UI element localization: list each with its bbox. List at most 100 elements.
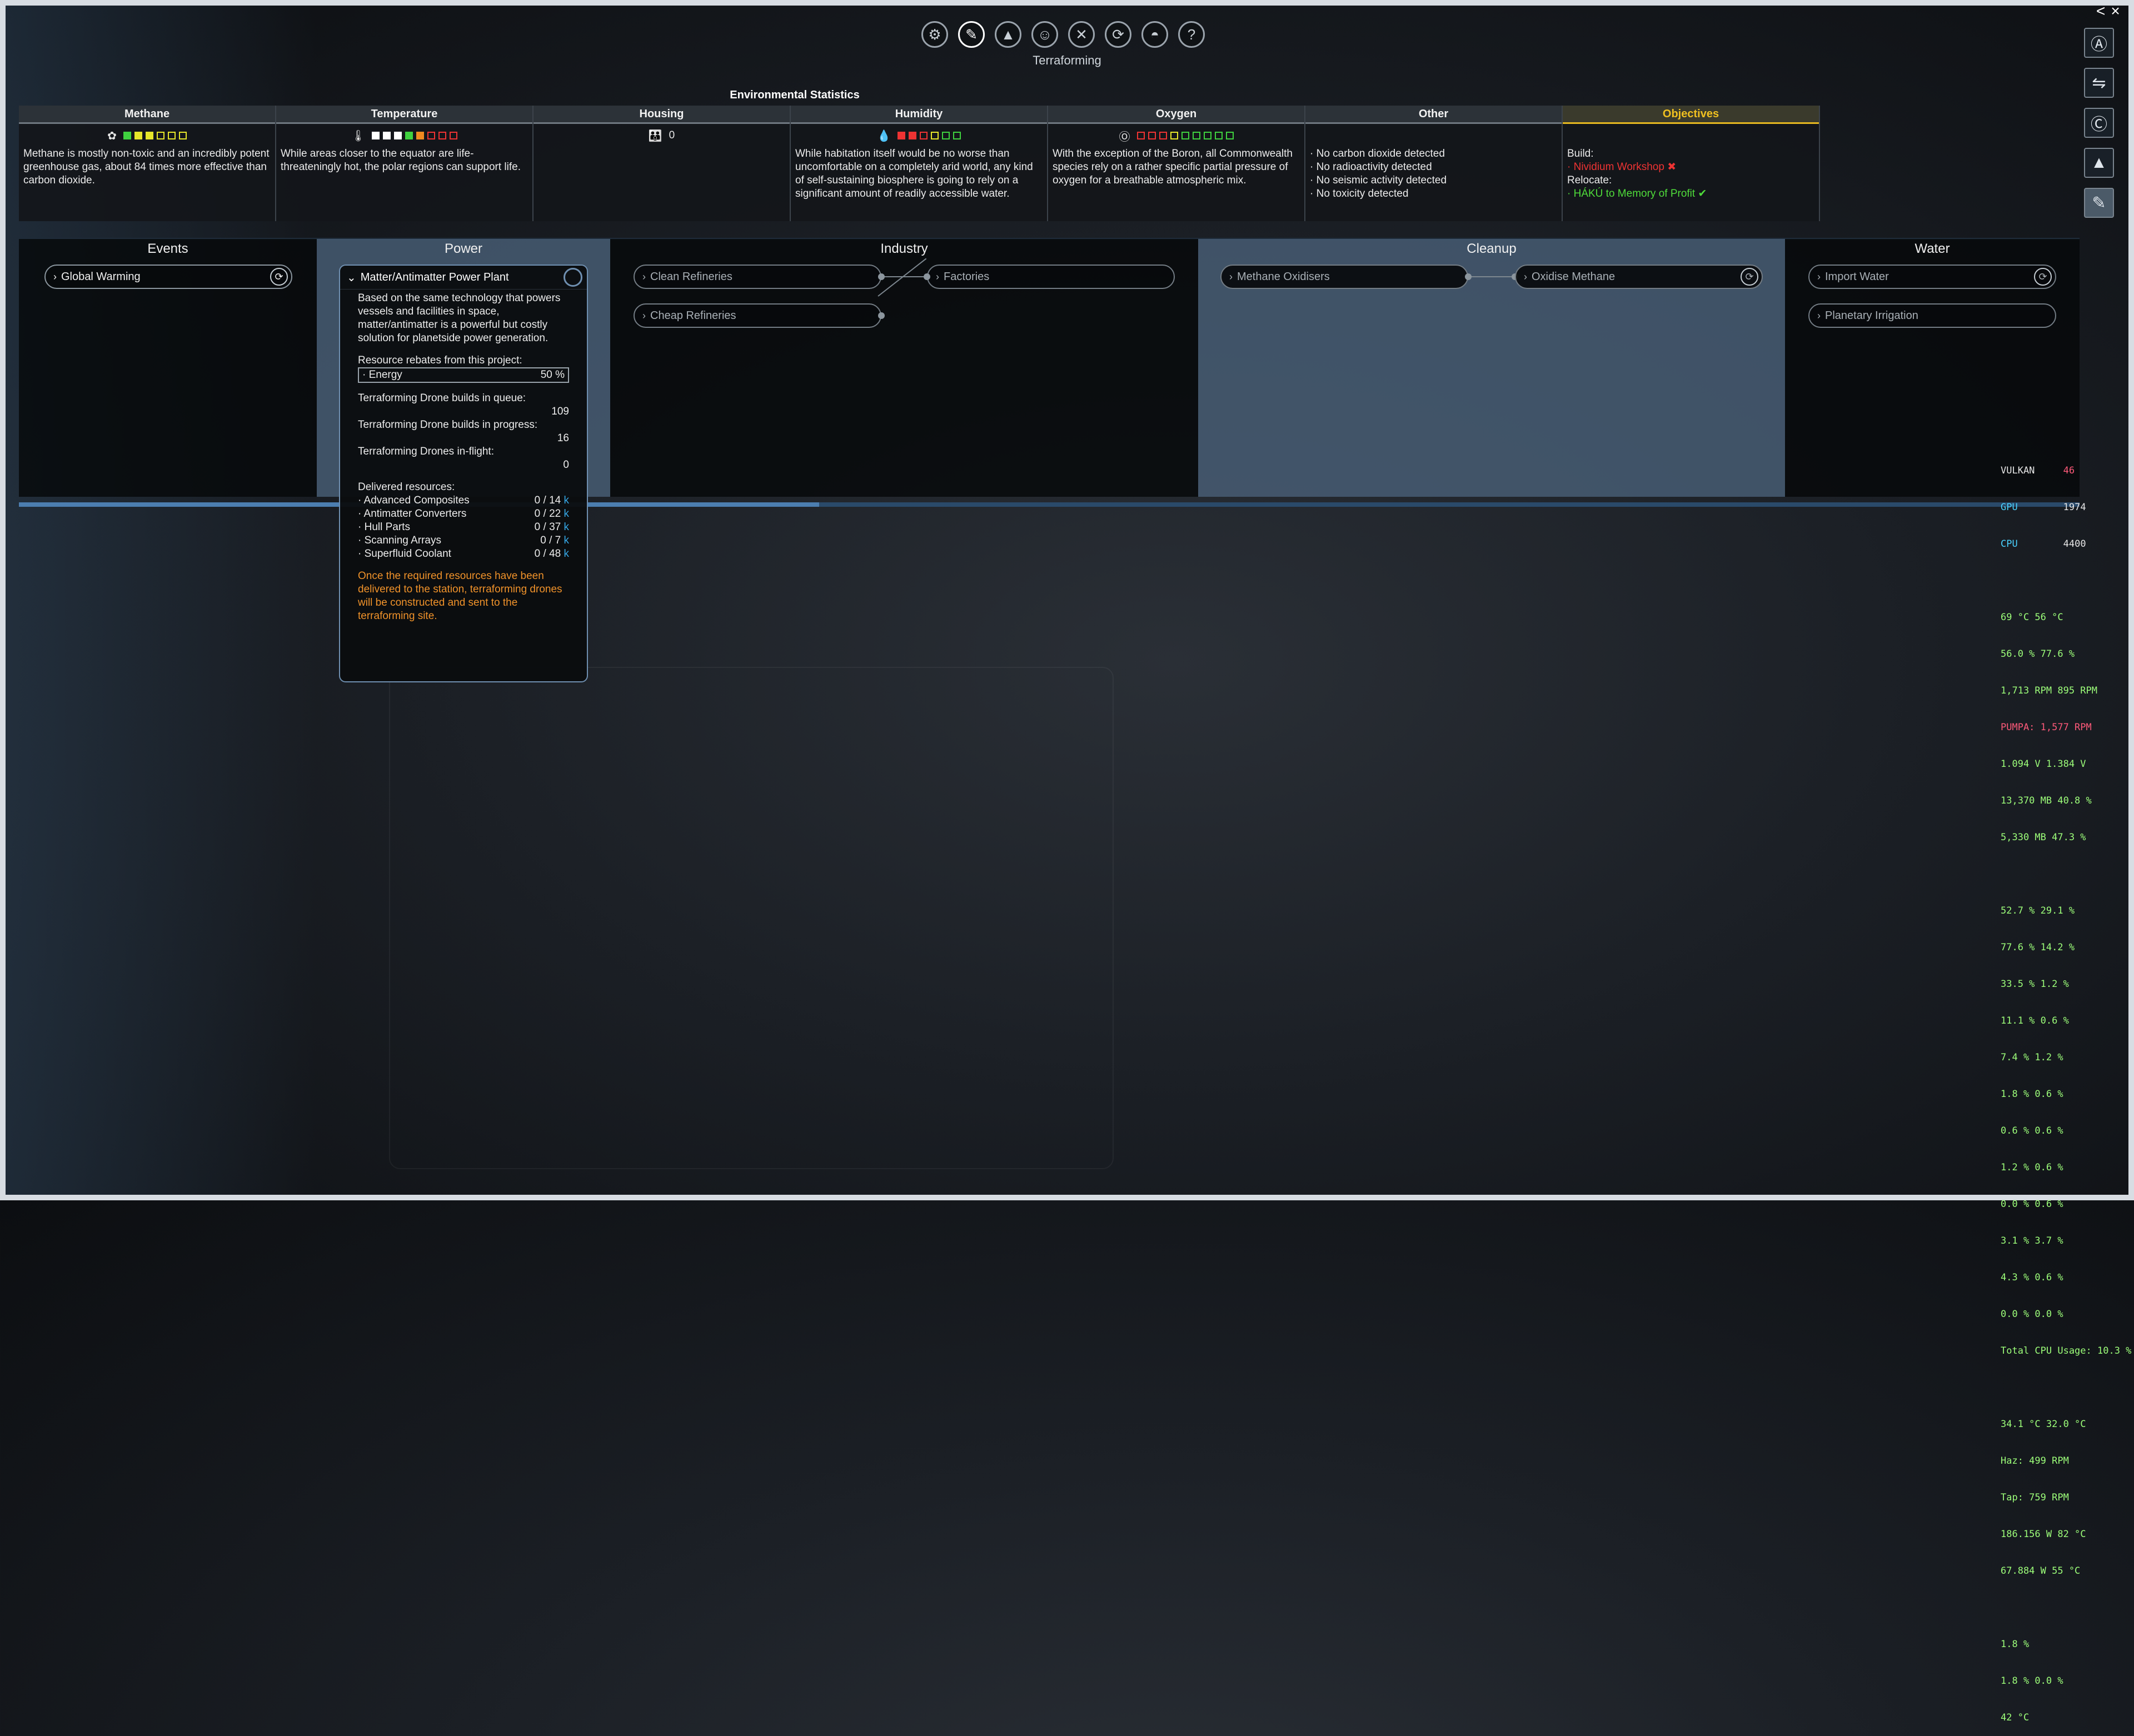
osd-line: 1.8 % 0.0 % <box>2001 1675 2063 1687</box>
project-label: Clean Refineries <box>650 271 732 283</box>
project-matter-antimatter-expanded: ⌄ Matter/Antimatter Power Plant Based on… <box>339 265 588 682</box>
progress-label: Terraforming Drone builds in progress: <box>358 419 538 431</box>
meter-cell <box>1203 132 1211 139</box>
osd-line: 52.7 % 29.1 % <box>2001 905 2075 916</box>
terraforming-icon[interactable]: ✎ <box>2084 188 2114 218</box>
c-icon[interactable]: Ⓒ <box>2084 108 2114 138</box>
env-col-housing: Housing 👪 0 <box>534 106 791 221</box>
progress-ring-icon <box>564 268 582 287</box>
env-col-header: Temperature <box>276 106 532 124</box>
resource-unit: k <box>564 508 570 520</box>
helmet-icon[interactable]: ◓ <box>1141 21 1168 48</box>
resource-row: · Scanning Arrays 0 / 7 k <box>358 534 569 547</box>
project-global-warming[interactable]: › Global Warming ⟳ <box>44 265 292 289</box>
osd-line: 69 °C 56 °C <box>2001 612 2063 623</box>
env-col-temperature: Temperature 🌡 While areas closer to the … <box>276 106 534 221</box>
housing-meter: 👪 0 <box>534 126 790 145</box>
project-clean-refineries[interactable]: › Clean Refineries <box>634 265 881 289</box>
project-label: Global Warming <box>61 271 141 283</box>
env-col-header: Oxygen <box>1048 106 1304 124</box>
osd-value: 4400 <box>2063 538 2086 550</box>
resource-unit: k <box>564 548 570 560</box>
osd-line: 11.1 % 0.6 % <box>2001 1015 2069 1026</box>
project-label: Factories <box>944 271 990 283</box>
cycle-icon[interactable]: ⟳ <box>1105 21 1131 48</box>
osd-label: CPU <box>2001 538 2018 550</box>
queue-value: 109 <box>551 406 569 417</box>
env-col-objectives: Objectives Build: · Nividium Workshop ✖ … <box>1563 106 1820 221</box>
project-methane-oxidisers[interactable]: › Methane Oxidisers <box>1220 265 1468 289</box>
character-icon[interactable]: ☺ <box>1031 21 1058 48</box>
category-title: Industry <box>880 241 928 256</box>
osd-line: 56.0 % 77.6 % <box>2001 648 2075 660</box>
meter-cell <box>930 132 939 139</box>
crossed-tools-icon[interactable]: ✕ <box>1068 21 1095 48</box>
gear-icon[interactable]: ⚙ <box>921 21 948 48</box>
resource-value: 0 / 22 <box>534 508 561 520</box>
chevron-right-icon: › <box>53 271 57 282</box>
osd-line: 33.5 % 1.2 % <box>2001 979 2069 990</box>
resource-unit: k <box>564 521 570 533</box>
terraforming-icon[interactable]: ✎ <box>958 21 985 48</box>
resource-row: · Antimatter Converters 0 / 22 k <box>358 507 569 521</box>
category-title: Power <box>444 241 483 256</box>
meter-cell <box>145 132 153 139</box>
meter-cell <box>450 132 458 139</box>
meter-cell <box>372 132 380 139</box>
osd-line: 186.156 W 82 °C <box>2001 1529 2086 1540</box>
project-label: Methane Oxidisers <box>1237 271 1330 283</box>
objectives-list: Build: · Nividium Workshop ✖ Relocate: ·… <box>1563 145 1819 203</box>
network-icon[interactable]: ⇋ <box>2084 68 2114 98</box>
env-desc: With the exception of the Boron, all Com… <box>1053 148 1293 186</box>
env-col-methane: Methane ✿ Methane is mostly non-toxic an… <box>19 106 276 221</box>
osd-line: 0.0 % 0.0 % <box>2001 1309 2063 1320</box>
methane-meter: ✿ <box>19 126 275 145</box>
objective-text: · Nividium Workshop <box>1567 161 1664 173</box>
osd-value: 1974 <box>2063 502 2086 513</box>
category-title: Cleanup <box>1467 241 1517 256</box>
connector-dot <box>1465 273 1472 280</box>
resource-name: · Superfluid Coolant <box>358 548 451 560</box>
resource-name: · Scanning Arrays <box>358 535 441 546</box>
osd-line: 1.2 % 0.6 % <box>2001 1162 2063 1173</box>
project-label: Planetary Irrigation <box>1825 310 1918 322</box>
category-title: Water <box>1914 241 1950 256</box>
osd-label: VULKAN <box>2001 465 2035 476</box>
build-label: Build: <box>1567 148 1594 159</box>
osd-line: 1.8 % 0.6 % <box>2001 1089 2063 1100</box>
a-icon[interactable]: Ⓐ <box>2084 28 2114 58</box>
progress-value: 16 <box>557 432 569 444</box>
ship-icon[interactable]: ▲ <box>2084 148 2114 178</box>
osd-line: 1.094 V 1.384 V <box>2001 759 2086 770</box>
meter-cell <box>156 132 164 139</box>
project-header[interactable]: ⌄ Matter/Antimatter Power Plant <box>340 266 587 290</box>
objective-item[interactable]: · Nividium Workshop ✖ <box>1567 161 1814 174</box>
cross-icon: ✖ <box>1667 161 1677 173</box>
close-icon[interactable]: × <box>2111 2 2120 20</box>
meter-cell <box>167 132 176 139</box>
resource-row: · Superfluid Coolant 0 / 48 k <box>358 547 569 561</box>
project-cheap-refineries[interactable]: › Cheap Refineries <box>634 303 881 328</box>
meter-cell <box>1181 132 1189 139</box>
env-desc: While habitation itself would be no wors… <box>795 148 1033 199</box>
env-desc: While areas closer to the equator are li… <box>281 148 521 173</box>
project-label: Cheap Refineries <box>650 310 736 322</box>
env-stats-title: Environmental Statistics <box>730 89 860 101</box>
osd-line: 5,330 MB 47.3 % <box>2001 832 2086 843</box>
meter-cell <box>178 132 187 139</box>
osd-line: 7.4 % 1.2 % <box>2001 1052 2063 1063</box>
project-factories[interactable]: › Factories <box>927 265 1175 289</box>
project-import-water[interactable]: › Import Water ⟳ <box>1808 265 2056 289</box>
osd-label: GPU <box>2001 502 2018 513</box>
help-icon[interactable]: ? <box>1178 21 1205 48</box>
project-planetary-irrigation[interactable]: › Planetary Irrigation <box>1808 303 2056 328</box>
collapse-icon[interactable]: < <box>2096 2 2105 20</box>
osd-line: 4.3 % 0.6 % <box>2001 1272 2063 1283</box>
project-oxidise-methane[interactable]: › Oxidise Methane ⟳ <box>1515 265 1763 289</box>
osd-line: 0.0 % 0.6 % <box>2001 1199 2063 1210</box>
meter-cell <box>134 132 142 139</box>
osd-line: 67.884 W 55 °C <box>2001 1565 2081 1577</box>
ship-icon[interactable]: ▲ <box>995 21 1021 48</box>
objective-item[interactable]: · HÁKÚ to Memory of Profit ✔ <box>1567 187 1814 201</box>
page-title: Terraforming <box>1033 53 1101 67</box>
